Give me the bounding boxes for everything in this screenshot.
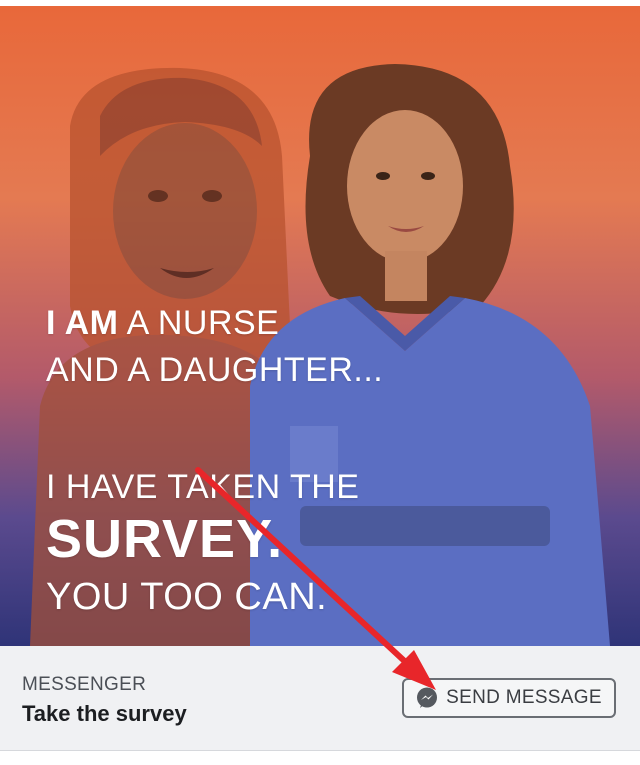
headline-line-3: I HAVE TAKEN THE bbox=[46, 468, 360, 506]
cta-title[interactable]: Take the survey bbox=[22, 701, 187, 727]
send-message-button[interactable]: SEND MESSAGE bbox=[402, 678, 616, 718]
cta-bar[interactable]: MESSENGER Take the survey SEND MESSAGE bbox=[0, 646, 640, 751]
headline-line-5: YOU TOO CAN. bbox=[46, 576, 328, 618]
messenger-icon bbox=[416, 687, 438, 709]
headline-line-2: AND A DAUGHTER... bbox=[46, 351, 384, 389]
ad-image[interactable]: I AM A NURSE AND A DAUGHTER... I HAVE TA… bbox=[0, 6, 640, 646]
send-message-label: SEND MESSAGE bbox=[446, 687, 602, 708]
bottom-space bbox=[0, 751, 640, 765]
headline-line-1-rest: A NURSE bbox=[118, 304, 280, 342]
ad-card: I AM A NURSE AND A DAUGHTER... I HAVE TA… bbox=[0, 0, 640, 765]
headline-line-4: SURVEY. bbox=[46, 509, 284, 569]
headline-line-1: I AM A NURSE bbox=[46, 304, 279, 343]
cta-source-label: MESSENGER bbox=[22, 674, 147, 695]
headline-bold-text: I AM bbox=[46, 304, 119, 342]
